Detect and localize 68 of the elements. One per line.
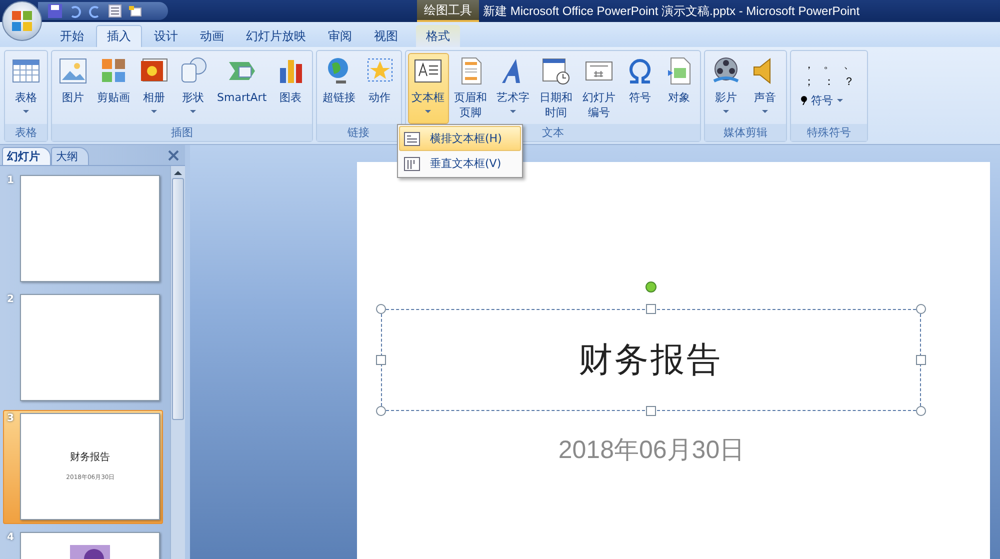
ribbon-tab[interactable]: 动画	[190, 25, 234, 47]
slide-subtitle: 2018年06月30日	[558, 435, 745, 466]
button-label: 剪贴画	[97, 90, 130, 105]
ribbon-button[interactable]: 图片	[54, 53, 92, 124]
slide-number: 4	[7, 532, 14, 543]
button-label: 表格	[15, 90, 37, 105]
ribbon-button[interactable]: 图表	[272, 53, 310, 124]
ribbon-button[interactable]: 相册	[135, 53, 173, 124]
symbol-dropdown[interactable]: 符号	[792, 89, 865, 112]
ribbon-tab[interactable]: 视图	[364, 25, 408, 47]
ribbon-button[interactable]: 超链接	[318, 53, 360, 124]
group-label: 媒体剪辑	[704, 124, 786, 141]
ribbon-tab[interactable]: 设计	[144, 25, 188, 47]
symbol-button[interactable]: 。	[818, 57, 839, 72]
ribbon-button[interactable]: 符号	[620, 53, 659, 124]
ribbon-tab[interactable]: 插入	[96, 25, 142, 47]
ribbon-tab[interactable]: 幻灯片放映	[236, 25, 316, 47]
ribbon-button[interactable]: SmartArt	[213, 53, 271, 124]
ribbon-button[interactable]: 形状	[174, 53, 212, 124]
contextual-tab-label: 绘图工具	[417, 0, 479, 22]
ribbon-button[interactable]: 表格	[7, 53, 45, 124]
ribbon-button[interactable]: 声音	[746, 53, 784, 124]
symbol-button[interactable]: ？	[838, 74, 859, 89]
button-label: 对象	[668, 90, 690, 105]
ribbon-button[interactable]: 日期和时间	[534, 53, 577, 124]
button-label: 影片	[714, 90, 737, 105]
ribbon-tab[interactable]: 开始	[50, 25, 94, 47]
menu-item[interactable]: 垂直文本框(V)	[399, 151, 521, 176]
window-title: 新建 Microsoft Office PowerPoint 演示文稿.pptx - Microsoft PowerPoint	[483, 3, 860, 20]
ribbon-button[interactable]: 对象	[660, 53, 698, 124]
symbol-button[interactable]: ：	[818, 74, 839, 89]
button-label: 图片	[62, 90, 84, 105]
button-label: 图表	[280, 90, 302, 105]
button-label: 形状	[182, 90, 204, 105]
button-label: 艺术字	[496, 90, 530, 105]
ribbon-button[interactable]: 影片	[706, 53, 745, 124]
group-label: 表格	[5, 124, 47, 141]
slide-number: 2	[7, 294, 14, 305]
ribbon-button[interactable]: 幻灯片编号	[578, 53, 620, 124]
thumbnail-title: 财务报告	[70, 450, 110, 464]
ribbon-button[interactable]: 艺术字	[492, 53, 534, 124]
button-label: 日期和时间	[538, 90, 573, 120]
slide-number: 3	[7, 413, 14, 424]
ribbon-tab[interactable]: 审阅	[318, 25, 362, 47]
symbol-button[interactable]: ，	[798, 57, 819, 72]
slide-number: 1	[7, 175, 14, 186]
menu-item[interactable]: 横排文本框(H)	[399, 126, 521, 151]
button-label: 声音	[754, 90, 776, 105]
slide-title: 财务报告	[578, 339, 722, 382]
button-label: 文本框	[412, 90, 445, 105]
button-label: 幻灯片编号	[582, 90, 616, 120]
ribbon-button[interactable]: 页眉和页脚	[450, 53, 492, 124]
symbol-button[interactable]: 、	[838, 57, 859, 72]
ribbon-button[interactable]: 文本框	[408, 53, 449, 124]
group-label: 特殊符号	[790, 124, 867, 141]
ribbon-tab[interactable]: 格式	[416, 25, 460, 47]
panel-tab[interactable]: 幻灯片	[2, 147, 51, 165]
button-label: SmartArt	[217, 90, 267, 105]
button-label: 相册	[143, 90, 165, 105]
ribbon-button[interactable]: 剪贴画	[93, 53, 134, 124]
symbol-button[interactable]: ；	[798, 74, 819, 89]
group-label: 插图	[52, 124, 312, 141]
ribbon-button[interactable]: 动作	[360, 53, 399, 124]
button-label: 超链接	[322, 90, 356, 105]
button-label: 符号	[628, 90, 651, 105]
button-label: 页眉和页脚	[454, 90, 488, 120]
panel-tab[interactable]: 大纲	[51, 147, 89, 165]
button-label: 动作	[368, 90, 391, 105]
